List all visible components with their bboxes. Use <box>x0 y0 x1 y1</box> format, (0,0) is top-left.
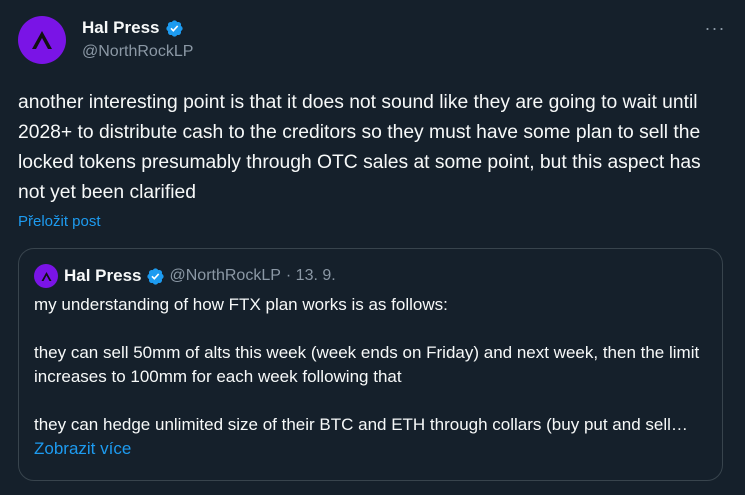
quoted-tweet[interactable]: Hal Press @NorthRockLP · 13. 9. my under… <box>18 248 723 481</box>
quoted-author-handle: @NorthRockLP <box>169 267 281 284</box>
quoted-tweet-text: my understanding of how FTX plan works i… <box>34 293 704 461</box>
translate-post-link[interactable]: Přeložit post <box>18 213 101 230</box>
quoted-paragraph: they can hedge unlimited size of their B… <box>34 413 704 461</box>
verified-badge-icon <box>146 267 165 286</box>
quoted-paragraph: my understanding of how FTX plan works i… <box>34 295 448 314</box>
quoted-author-display-name: Hal Press <box>64 266 142 285</box>
show-more-link[interactable]: Zobrazit více <box>34 439 131 458</box>
quoted-tweet-header: Hal Press @NorthRockLP · 13. 9. <box>34 264 336 288</box>
quoted-avatar <box>34 264 58 288</box>
more-horizontal-icon[interactable]: ··· <box>702 18 728 38</box>
author-handle[interactable]: @NorthRockLP <box>82 43 193 61</box>
avatar[interactable] <box>18 16 66 64</box>
author-info: Hal Press @NorthRockLP <box>82 16 193 61</box>
quoted-tweet-date: · 13. 9. <box>285 267 336 284</box>
northrock-logo-icon <box>32 31 52 49</box>
verified-badge-icon[interactable] <box>165 19 184 38</box>
northrock-logo-icon <box>41 271 51 281</box>
tweet-header: Hal Press @NorthRockLP ··· <box>18 14 728 70</box>
quoted-paragraph: they can sell 50mm of alts this week (we… <box>34 343 700 386</box>
quoted-paragraph-text: they can hedge unlimited size of their B… <box>34 415 688 434</box>
author-display-name[interactable]: Hal Press <box>82 18 160 38</box>
tweet-text: another interesting point is that it doe… <box>18 92 701 203</box>
